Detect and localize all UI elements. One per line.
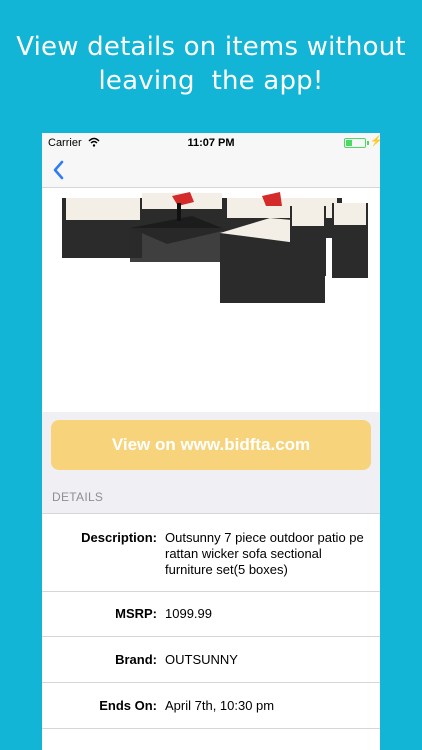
battery-charging-icon: ⚡ <box>344 136 380 148</box>
product-image <box>42 188 380 412</box>
phone-screen: Carrier 11:07 PM ⚡ View on www.bidfta.co… <box>42 133 380 750</box>
detail-label: Brand: <box>115 652 157 667</box>
detail-label: Description: <box>81 530 157 545</box>
detail-row-brand: Brand: OUTSUNNY <box>42 637 380 683</box>
detail-label: MSRP: <box>115 606 157 621</box>
detail-value: April 7th, 10:30 pm <box>165 698 275 713</box>
chevron-left-icon <box>53 160 64 180</box>
detail-value: OUTSUNNY <box>165 652 238 667</box>
status-bar: Carrier 11:07 PM ⚡ <box>42 133 380 153</box>
promo-line-1: View details on items without <box>16 32 406 62</box>
status-time: 11:07 PM <box>187 137 235 149</box>
detail-value: Outsunny 7 piece outdoor patio pe rattan… <box>165 530 364 577</box>
detail-row-description: Description: Outsunny 7 piece outdoor pa… <box>42 514 380 592</box>
view-on-website-button[interactable]: View on www.bidfta.com <box>51 420 371 470</box>
details-table: Description: Outsunny 7 piece outdoor pa… <box>42 513 380 750</box>
view-on-website-label: View on www.bidfta.com <box>111 435 311 454</box>
detail-row-ends-on: Ends On: April 7th, 10:30 pm <box>42 683 380 729</box>
detail-value: 1099.99 <box>165 606 212 621</box>
back-button[interactable] <box>48 157 72 183</box>
navigation-bar <box>42 153 380 188</box>
detail-label: Ends On: <box>99 698 157 713</box>
detail-row-msrp: MSRP: 1099.99 <box>42 591 380 637</box>
promo-headline: View details on items without leaving th… <box>0 30 422 98</box>
details-section-header: DETAILS <box>52 490 104 504</box>
promo-line-2: leaving the app! <box>98 66 324 96</box>
